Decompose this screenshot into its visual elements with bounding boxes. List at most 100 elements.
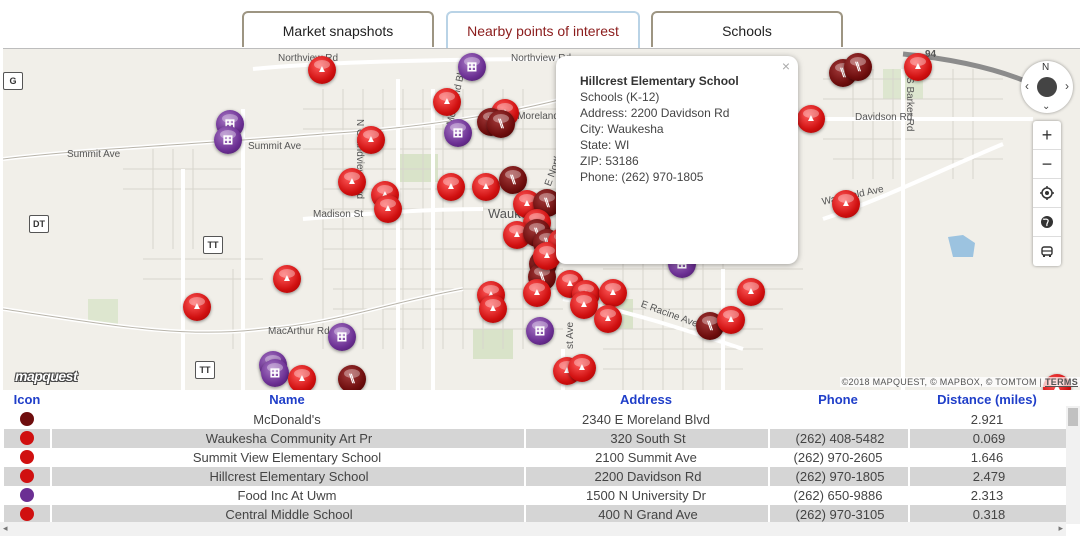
school-marker[interactable]: ▲ <box>288 365 316 391</box>
cell-address: 2200 Davidson Rd <box>524 467 770 486</box>
graduation-cap-icon: ▲ <box>726 314 736 325</box>
school-marker[interactable]: ▲ <box>832 190 860 218</box>
zoom-out-button[interactable]: − <box>1033 150 1061 179</box>
restaurant-marker[interactable]: ⑊ <box>487 110 515 138</box>
graduation-cap-icon: ▲ <box>481 181 491 192</box>
horizontal-scrollbar[interactable]: ◂ ▸ <box>0 522 1066 536</box>
tab-nearby-points-of-interest[interactable]: Nearby points of interest <box>446 11 640 49</box>
cell-phone: (262) 970-2605 <box>793 450 883 465</box>
graduation-cap-icon: ▲ <box>746 286 756 297</box>
school-marker[interactable]: ▲ <box>904 53 932 81</box>
table-row[interactable]: Food Inc At Uwm 1500 N University Dr (262)… <box>4 486 1066 505</box>
school-marker[interactable]: ▲ <box>374 195 402 223</box>
road-label: MacArthur Rd <box>268 326 330 337</box>
road-label: st Ave <box>565 321 576 349</box>
shopping-marker[interactable]: ⊞ <box>214 126 242 154</box>
pan-right-icon[interactable]: › <box>1065 79 1069 93</box>
compass-rose-icon <box>1037 77 1057 97</box>
graduation-cap-icon: ▲ <box>806 113 816 124</box>
shopping-marker[interactable]: ⊞ <box>328 323 356 351</box>
school-icon <box>20 431 34 445</box>
scroll-right-icon[interactable]: ▸ <box>1058 523 1063 534</box>
column-header-address[interactable]: Address <box>524 392 768 407</box>
pan-left-icon[interactable]: ‹ <box>1025 79 1029 93</box>
school-marker[interactable]: ▲ <box>433 88 461 116</box>
graduation-cap-icon: ▲ <box>366 134 376 145</box>
graduation-cap-icon: ▲ <box>913 61 923 72</box>
school-marker[interactable]: ▲ <box>437 173 465 201</box>
cell-phone: (262) 408-5482 <box>768 429 910 448</box>
traffic-car-icon[interactable] <box>1033 237 1061 266</box>
popup-city: City: Waukesha <box>580 122 664 136</box>
terms-link[interactable]: TERMS <box>1045 377 1078 387</box>
map-view[interactable]: Northview Rd Northview Rd N Grandview Bl… <box>3 48 1080 391</box>
popup-phone: Phone: (262) 970-1805 <box>580 170 704 184</box>
popup-title: Hillcrest Elementary School <box>580 74 739 88</box>
graduation-cap-icon: ▲ <box>192 301 202 312</box>
globe-icon[interactable] <box>1033 208 1061 237</box>
graduation-cap-icon: ▲ <box>442 96 452 107</box>
cell-name: Hillcrest Elementary School <box>50 467 526 486</box>
road-label: Summit Ave <box>67 149 121 160</box>
school-marker[interactable]: ▲ <box>357 126 385 154</box>
cell-distance: 1.646 <box>970 450 1004 465</box>
table-header: Icon Name Address Phone Distance (miles) <box>0 390 1066 410</box>
table-row[interactable]: Hillcrest Elementary School 2200 Davidson… <box>4 467 1066 486</box>
restaurant-marker[interactable]: ⑊ <box>338 365 366 391</box>
school-marker[interactable]: ▲ <box>479 295 507 323</box>
shopping-marker[interactable]: ⊞ <box>261 359 289 387</box>
table-row[interactable]: McDonald's 2340 E Moreland Blvd 2.921 <box>4 410 1066 429</box>
column-header-icon[interactable]: Icon <box>4 392 50 407</box>
highway-shield: TT <box>203 236 223 254</box>
school-marker[interactable]: ▲ <box>594 305 622 333</box>
cell-address: 2340 E Moreland Blvd <box>582 412 710 427</box>
cell-phone: (262) 650-9886 <box>793 488 883 503</box>
school-icon <box>20 450 34 464</box>
vertical-scrollbar[interactable] <box>1066 406 1080 524</box>
school-marker[interactable]: ▲ <box>797 105 825 133</box>
cell-name: McDonald's <box>253 412 321 427</box>
school-marker[interactable]: ▲ <box>338 168 366 196</box>
school-marker[interactable]: ▲ <box>273 265 301 293</box>
table-row[interactable]: Waukesha Community Art Pr 320 South St (26… <box>4 429 1066 448</box>
restaurant-marker[interactable]: ⑊ <box>844 53 872 81</box>
cell-name: Food Inc At Uwm <box>237 488 337 503</box>
poi-table: Icon Name Address Phone Distance (miles)… <box>0 390 1080 540</box>
graduation-cap-icon: ▲ <box>577 362 587 373</box>
shopping-marker[interactable]: ⊞ <box>526 317 554 345</box>
pan-down-icon[interactable]: ⌄ <box>1042 101 1050 112</box>
cell-name: Summit View Elementary School <box>192 450 382 465</box>
school-marker[interactable]: ▲ <box>737 278 765 306</box>
shopping-marker[interactable]: ⊞ <box>444 119 472 147</box>
school-marker[interactable]: ▲ <box>599 279 627 307</box>
column-header-phone[interactable]: Phone <box>768 392 908 407</box>
zoom-in-button[interactable]: + <box>1033 121 1061 150</box>
scrollbar-thumb[interactable] <box>1068 408 1078 426</box>
school-marker[interactable]: ▲ <box>717 306 745 334</box>
column-header-distance[interactable]: Distance (miles) <box>908 392 1066 407</box>
table-row[interactable]: Summit View Elementary School 2100 Summit… <box>4 448 1066 467</box>
shopping-cart-icon: ⊞ <box>534 323 546 338</box>
mapquest-logo: mapquest <box>15 368 78 384</box>
shopping-cart-icon: ⊞ <box>222 132 234 147</box>
close-icon[interactable]: × <box>782 58 790 74</box>
scroll-left-icon[interactable]: ◂ <box>3 523 8 534</box>
graduation-cap-icon: ▲ <box>446 181 456 192</box>
school-marker[interactable]: ▲ <box>308 56 336 84</box>
compass-control[interactable]: N ‹ › ⌄ <box>1021 61 1073 113</box>
locate-icon[interactable] <box>1033 179 1061 208</box>
cell-address: 320 South St <box>524 429 770 448</box>
column-header-name[interactable]: Name <box>50 392 524 407</box>
school-marker[interactable]: ▲ <box>472 173 500 201</box>
highway-shield: TT <box>195 361 215 379</box>
school-marker[interactable]: ▲ <box>523 279 551 307</box>
highway-shield: DT <box>29 215 49 233</box>
popup-category: Schools (K-12) <box>580 90 660 104</box>
cell-phone: (262) 970-1805 <box>768 467 910 486</box>
school-marker[interactable]: ▲ <box>183 293 211 321</box>
school-marker[interactable]: ▲ <box>568 354 596 382</box>
shopping-marker[interactable]: ⊞ <box>458 53 486 81</box>
tab-schools[interactable]: Schools <box>651 11 843 47</box>
graduation-cap-icon: ▲ <box>297 373 307 384</box>
tab-market-snapshots[interactable]: Market snapshots <box>242 11 434 47</box>
